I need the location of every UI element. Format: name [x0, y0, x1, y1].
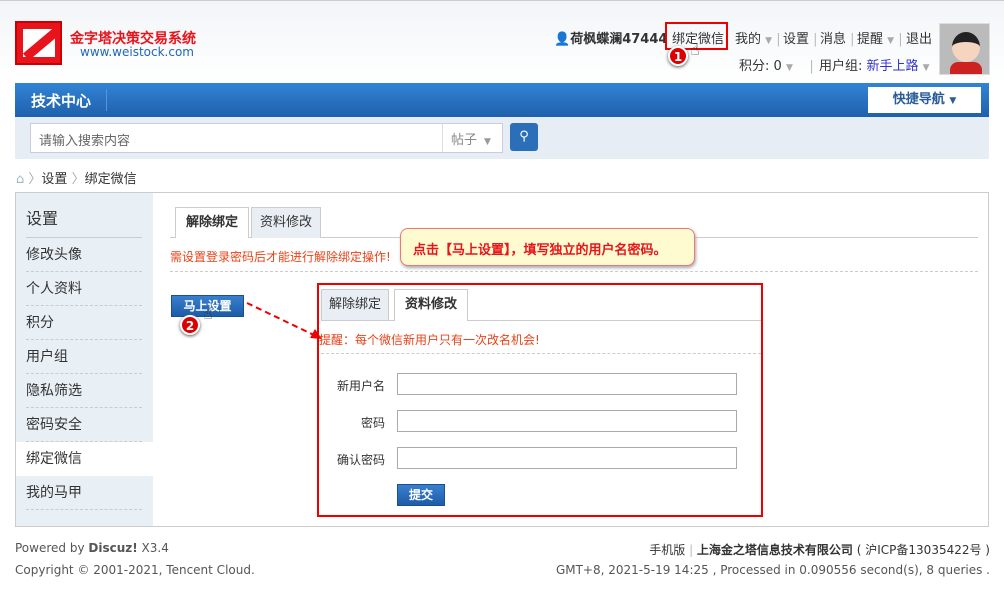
sidebar-item-vest[interactable]: 我的马甲: [26, 476, 142, 510]
confirm-password-label: 确认密码: [336, 453, 385, 467]
confirm-password-input[interactable]: [397, 447, 737, 469]
username-link[interactable]: 👤荷枫蝶澜47444: [554, 28, 667, 47]
tooltip-callout: 点击【马上设置】，填写独立的用户名密码。: [400, 228, 695, 266]
sidebar-item-avatar[interactable]: 修改头像: [26, 238, 142, 272]
sidebar-item-profile[interactable]: 个人资料: [26, 272, 142, 306]
main-nav: 技术中心 快捷导航 ▼: [15, 83, 989, 117]
messages-link[interactable]: 消息 |: [820, 28, 855, 47]
step-badge-2: 2: [180, 315, 200, 335]
arrow-annotation: [246, 302, 322, 339]
new-username-label: 新用户名: [336, 379, 385, 393]
sidebar-item-bind-wechat[interactable]: 绑定微信: [16, 442, 153, 476]
sidebar-item-password[interactable]: 密码安全: [26, 408, 142, 442]
my-menu[interactable]: 我的 ▼ |: [735, 28, 781, 47]
popup-preview: 解除绑定 资料修改 提醒：每个微信新用户只有一次改名机会! 新用户名 密码 确认…: [317, 283, 763, 517]
logout-link[interactable]: 退出: [906, 28, 932, 47]
settings-link[interactable]: 设置 |: [783, 28, 818, 47]
tab-edit-profile[interactable]: 资料修改: [251, 207, 321, 238]
sidebar-item-points[interactable]: 积分: [26, 306, 142, 340]
sidebar: 设置 修改头像 个人资料 积分 用户组 隐私筛选 密码安全 绑定微信 我的马甲: [16, 193, 153, 526]
tab-unbind[interactable]: 解除绑定: [175, 207, 249, 238]
unbind-notice: 需设置登录密码后才能进行解除绑定操作!: [170, 250, 391, 264]
search-input[interactable]: 请输入搜索内容: [30, 123, 503, 153]
password-input[interactable]: [397, 410, 737, 432]
hand-cursor-icon: ☝: [690, 40, 700, 59]
site-url[interactable]: www.weistock.com: [80, 45, 194, 59]
popup-tab-unbind[interactable]: 解除绑定: [321, 289, 389, 320]
popup-tab-edit-profile[interactable]: 资料修改: [394, 289, 468, 321]
copyright: Copyright © 2001-2021, Tencent Cloud.: [15, 563, 255, 577]
step-badge-1: 1: [668, 46, 688, 66]
user-icon: 👤: [554, 32, 571, 47]
site-logo[interactable]: [15, 21, 62, 65]
nav-item-tech-center[interactable]: 技术中心: [31, 90, 91, 111]
quick-nav-button[interactable]: 快捷导航 ▼: [868, 87, 981, 113]
reminders-menu[interactable]: 提醒 ▼ |: [857, 28, 903, 47]
search-button[interactable]: ⚲: [510, 123, 538, 151]
hand-cursor-icon: ☝: [203, 304, 213, 323]
new-username-input[interactable]: [397, 373, 737, 395]
search-icon: ⚲: [519, 129, 529, 144]
usergroup-menu[interactable]: 用户组: 新手上路 ▼: [819, 55, 930, 74]
footer-stats: GMT+8, 2021-5-19 14:25 , Processed in 0.…: [555, 563, 990, 577]
points-menu[interactable]: 积分: 0 ▼ |: [739, 55, 814, 74]
submit-button[interactable]: 提交: [397, 484, 445, 506]
sidebar-title: 设置: [26, 209, 59, 228]
sidebar-item-privacy[interactable]: 隐私筛选: [26, 374, 142, 408]
search-type-select[interactable]: 帖子 ▼: [442, 124, 501, 152]
password-label: 密码: [360, 416, 385, 430]
search-bar: 请输入搜索内容 帖子 ▼ ⚲: [15, 117, 989, 159]
rename-reminder: 提醒：每个微信新用户只有一次改名机会!: [319, 333, 540, 347]
home-icon[interactable]: ⌂: [16, 172, 24, 187]
breadcrumb: ⌂ 〉设置 〉绑定微信: [16, 172, 137, 187]
sidebar-item-usergroup[interactable]: 用户组: [26, 340, 142, 374]
avatar[interactable]: [939, 23, 990, 75]
powered-by: Powered by Discuz! X3.4: [15, 541, 169, 555]
footer-links: 手机版 | 上海金之塔信息技术有限公司 ( 沪ICP备13035422号 ): [649, 543, 990, 557]
